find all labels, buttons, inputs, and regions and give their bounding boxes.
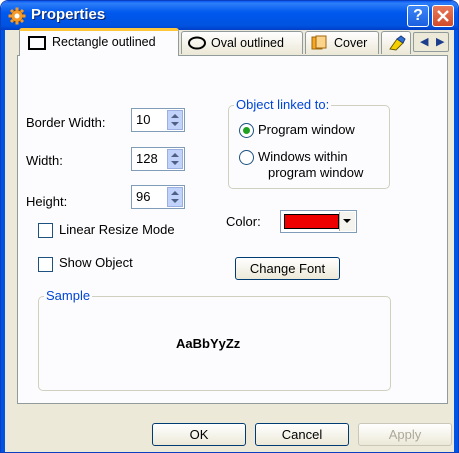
radio-selected-dot [243,127,250,134]
ok-button[interactable]: OK [152,423,246,446]
window-border-left [1,30,5,452]
height-spinner[interactable]: 96 [131,185,185,209]
program-window-label: Program window [258,122,355,137]
width-value: 128 [136,151,158,166]
border-width-label: Border Width: [26,115,106,130]
tab-label: Rectangle outlined [52,35,156,49]
tab-scroll-right-icon[interactable]: ▶ [436,35,444,48]
show-object-checkbox[interactable] [38,257,53,272]
gear-icon [8,7,26,25]
linked-to-group-title: Object linked to: [234,97,332,112]
apply-button[interactable]: Apply [358,423,452,446]
rectangle-icon [28,36,46,50]
linear-resize-checkbox[interactable] [38,223,53,238]
cancel-button[interactable]: Cancel [255,423,349,446]
tab-cover[interactable]: Cover [305,31,379,54]
spinner-arrows-icon [171,191,179,203]
spinner-arrows-icon [171,153,179,165]
spinner-arrows-icon [171,114,179,126]
color-swatch [284,214,339,229]
spin-arrows[interactable] [167,149,183,169]
width-spinner[interactable]: 128 [131,147,185,171]
sample-group-title: Sample [44,288,93,303]
help-button[interactable]: ? [407,5,429,27]
border-width-spinner[interactable]: 10 [131,108,185,132]
cover-icon [311,35,327,50]
title-bar[interactable]: Properties ? [1,1,458,30]
windows-within-radio[interactable] [239,150,254,165]
tab-oval-outlined[interactable]: Oval outlined [181,31,303,54]
width-label: Width: [26,153,63,168]
oval-icon [188,36,206,50]
spin-arrows[interactable] [167,187,183,207]
properties-dialog: Properties ? Rectangle outlined Oval out… [0,0,459,453]
tab-label: Oval outlined [211,36,284,50]
windows-within-label-line2: program window [268,165,364,180]
show-object-label: Show Object [59,255,133,270]
tab-panel: Border Width: 10 Width: 128 Height: 96 L… [17,55,448,404]
highlighter-icon [389,35,406,51]
windows-within-label-line1: Windows within [258,149,348,164]
tab-highlighter[interactable] [381,31,411,54]
spin-arrows[interactable] [167,110,183,130]
linear-resize-label: Linear Resize Mode [59,222,175,237]
change-font-button[interactable]: Change Font [235,257,340,280]
border-width-value: 10 [136,112,151,127]
window-title: Properties [31,6,106,23]
window-border-right [454,30,458,452]
height-value: 96 [136,189,151,204]
sample-text: AaBbYyZz [176,336,241,351]
close-icon [437,10,449,22]
tab-scroll-buttons: ◀ ▶ [413,32,449,52]
tab-scroll-left-icon[interactable]: ◀ [420,35,428,48]
tab-rectangle-outlined[interactable]: Rectangle outlined [19,28,179,56]
color-label: Color: [226,214,261,229]
color-picker[interactable] [280,210,357,233]
close-button[interactable] [432,5,454,27]
tab-label: Cover [334,36,368,50]
color-dropdown-arrow[interactable] [339,212,355,231]
height-label: Height: [26,194,68,209]
chevron-down-icon [343,219,351,223]
program-window-radio[interactable] [239,123,254,138]
